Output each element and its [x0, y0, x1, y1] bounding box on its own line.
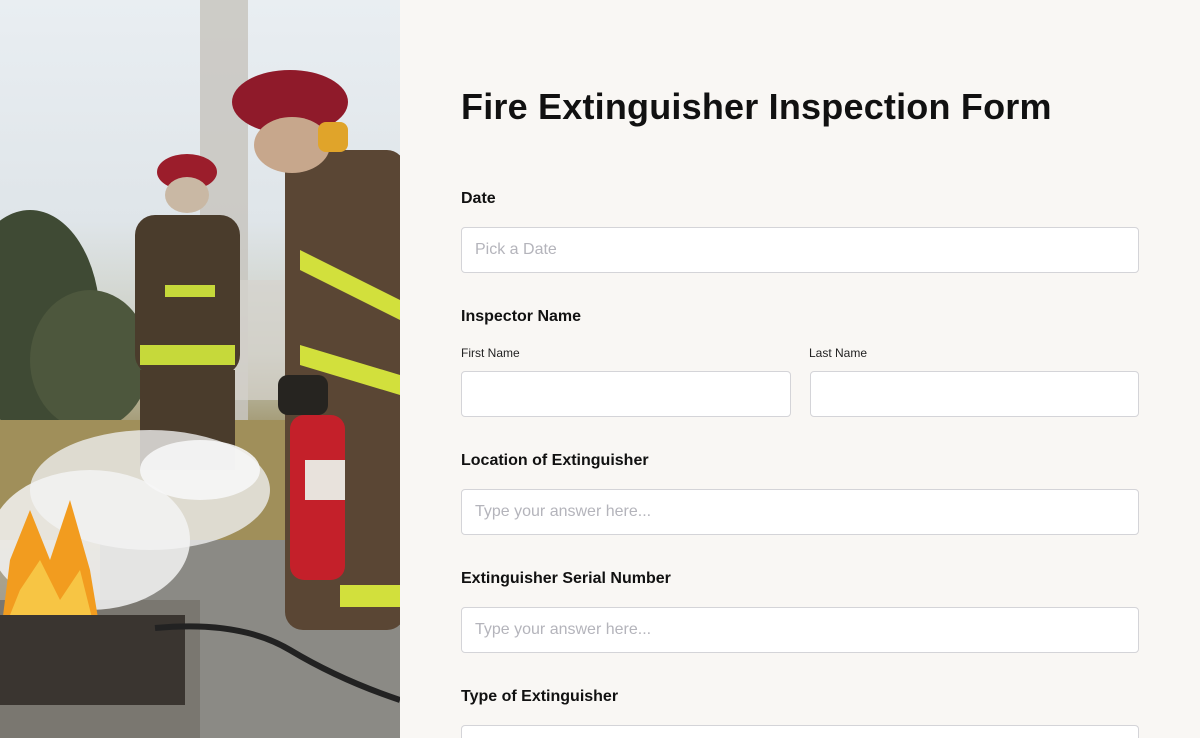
page: Fire Extinguisher Inspection Form Date P… [0, 0, 1200, 738]
serial-number-placeholder: Type your answer here... [475, 621, 652, 638]
extinguisher-type-input[interactable] [461, 725, 1139, 738]
firefighter-photo-illustration [0, 0, 400, 738]
location-label: Location of Extinguisher [461, 452, 649, 469]
serial-number-label: Extinguisher Serial Number [461, 570, 671, 587]
date-placeholder: Pick a Date [475, 241, 557, 258]
form-panel: Fire Extinguisher Inspection Form Date P… [400, 0, 1200, 738]
form-title: Fire Extinguisher Inspection Form [461, 86, 1052, 127]
inspector-name-label: Inspector Name [461, 308, 582, 325]
first-name-input[interactable] [461, 371, 791, 417]
serial-number-input[interactable]: Type your answer here... [461, 607, 1139, 653]
firefighter-photo [0, 0, 400, 738]
location-placeholder: Type your answer here... [475, 503, 652, 520]
last-name-input[interactable] [810, 371, 1139, 417]
date-label: Date [461, 190, 496, 207]
last-name-label: Last Name [809, 346, 868, 360]
extinguisher-type-label: Type of Extinguisher [461, 688, 619, 705]
first-name-label: First Name [461, 346, 520, 360]
location-input[interactable]: Type your answer here... [461, 489, 1139, 535]
date-picker-input[interactable]: Pick a Date [461, 227, 1139, 273]
